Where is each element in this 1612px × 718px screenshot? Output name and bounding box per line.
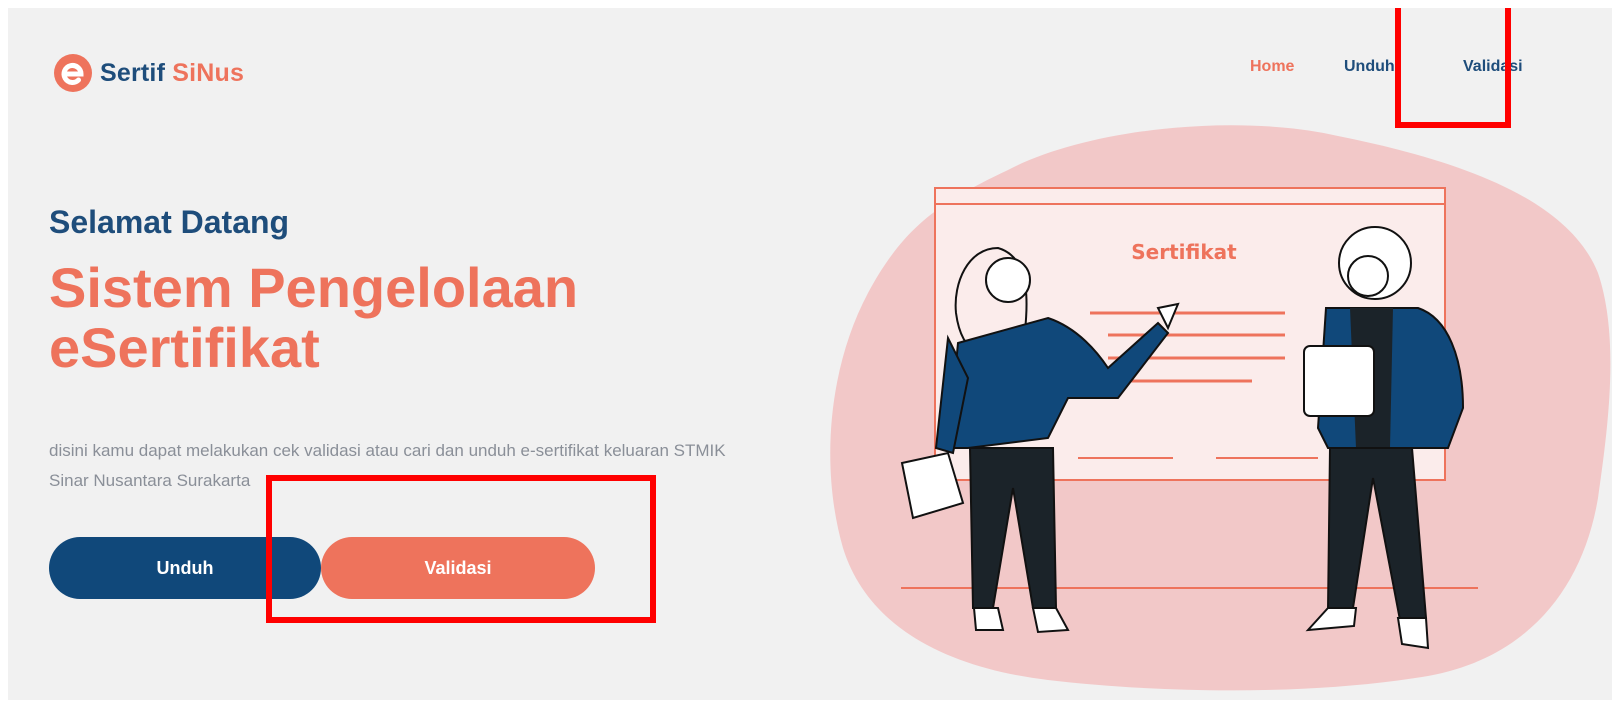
page: Sertif SiNus Home Unduh Validasi Selamat… xyxy=(8,8,1612,700)
hero-illustration: Sertifikat xyxy=(830,125,1611,691)
illustration-board-title: Sertifikat xyxy=(1131,240,1237,264)
